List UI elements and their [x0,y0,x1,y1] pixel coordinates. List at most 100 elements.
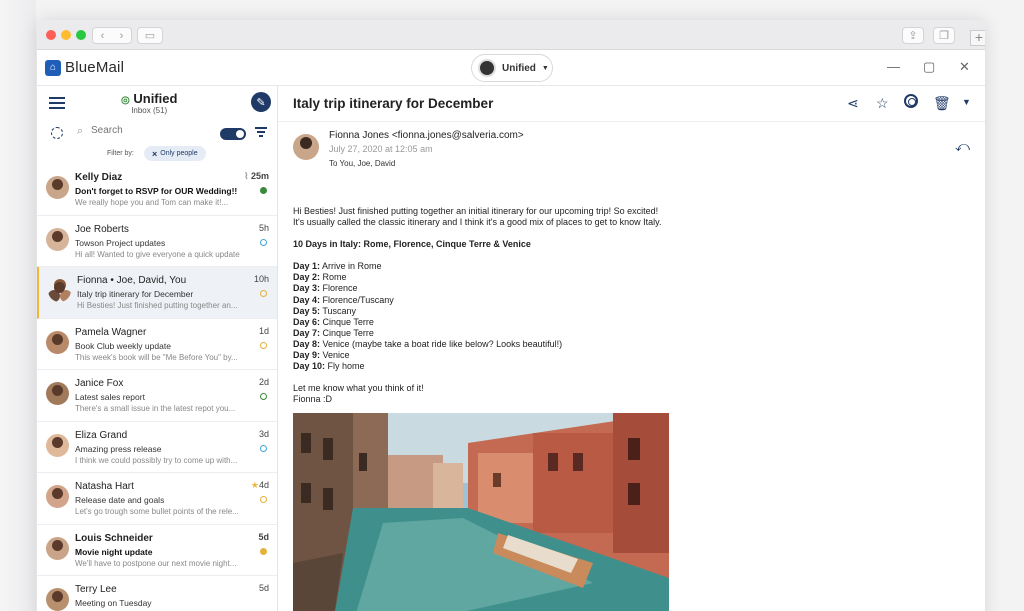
day-text: Florence [322,283,358,294]
mail-time: 1d [258,325,269,336]
message-body: Hi Besties! Just finished putting togeth… [293,206,893,405]
folder-title-block[interactable]: ◎ Unified Inbox (51) [121,91,177,115]
star-icon: ★ [250,480,259,490]
bluemail-logo-icon: ⌂ [45,59,61,76]
mail-time: 5h [258,222,269,233]
mail-preview: Hi all! Wanted to give everyone a quick … [75,249,240,259]
sidebar-toggle-icon[interactable]: ▭ [137,27,163,44]
minimize-window-button[interactable] [61,30,71,40]
search-bar: ⌕ [37,122,277,144]
avatar [46,433,69,457]
chevron-left-icon[interactable]: ‹ [93,30,112,42]
day-label: Day 10: [293,361,326,372]
account-marker [260,187,267,194]
maximize-icon[interactable]: ▢ [923,59,935,75]
filter-label: Filter by: [107,150,134,157]
list-item[interactable]: Terry Lee Meeting on Tuesday 5d [37,576,277,611]
mail-time: 25m [250,171,269,181]
day-text: Cinque Terre [322,316,374,327]
back-forward-buttons[interactable]: ‹ › [92,27,132,44]
list-item[interactable]: Louis Schneider Movie night update We'll… [37,524,277,576]
day-label: Day 8: [293,338,321,349]
list-item[interactable]: Pamela Wagner Book Club weekly update Th… [37,318,277,370]
refresh-icon[interactable] [51,127,63,139]
account-marker [260,290,267,297]
chevron-down-icon[interactable]: ▼ [962,97,971,107]
label-icon[interactable] [904,94,918,108]
compose-button[interactable]: ✎ [251,92,271,112]
mail-from: Pamela Wagner [75,326,147,338]
new-tab-icon[interactable]: + [970,30,985,46]
filter-icon[interactable] [255,127,267,139]
filter-chip-label: Only people [160,150,198,157]
avatar [46,176,69,199]
folder-subtitle: Inbox (51) [131,106,168,115]
account-marker [260,393,267,400]
reply-all-icon[interactable]: ⤺ [955,138,970,155]
list-item[interactable]: Eliza Grand Amazing press release I thin… [37,421,277,473]
mail-from: Eliza Grand [75,429,128,441]
menu-icon[interactable] [49,97,65,109]
people-filter-toggle[interactable] [220,128,246,140]
message-recipients: To You, Joe, David [329,159,396,168]
close-window-button[interactable] [46,30,56,40]
close-icon[interactable]: ✕ [959,59,970,75]
avatar [46,227,69,251]
mail-sidebar: ◎ Unified Inbox (51) ✎ ⌕ Filter by: × On… [37,86,278,611]
mail-subject: Book Club weekly update [75,340,171,351]
app-name: BlueMail [65,59,125,76]
venice-canal-illustration [293,413,669,611]
body-intro-1: Hi Besties! Just finished putting togeth… [293,206,659,216]
day-text: Tuscany [322,305,357,316]
zoom-window-button[interactable] [76,30,86,40]
share-icon[interactable]: ⇪ [902,27,924,44]
day-label: Day 7: [293,327,321,338]
day-text: Cinque Terre [322,327,374,338]
mail-preview: I think we could possibly try to come up… [75,455,238,465]
mail-subject: Towson Project updates [75,237,166,248]
list-item[interactable]: Natasha Hart Release date and goals Let'… [37,473,277,525]
account-switcher-label: Unified [502,62,536,74]
avatar [46,330,69,354]
mail-subject: Italy trip itinerary for December [77,289,194,299]
chevron-right-icon[interactable]: › [112,30,131,42]
message-date: July 27, 2020 at 12:05 am [329,144,433,154]
mail-preview: Let's go trough some bullet points of th… [75,507,239,516]
account-marker [260,444,267,452]
account-marker [260,238,267,246]
account-marker [260,341,267,349]
day-label: Day 1: [293,261,321,272]
mail-time: 2d [258,377,269,387]
day-label: Day 2: [293,272,321,283]
account-switcher[interactable]: Unified ▼ [471,54,553,82]
trash-icon[interactable]: 🗑 [933,95,951,112]
star-icon[interactable]: ☆ [876,95,889,112]
tabs-overview-icon[interactable]: ❐ [933,27,955,44]
body-signature: Fionna :D [293,394,333,405]
mail-from: Janice Fox [75,378,124,389]
day-label: Day 4: [293,294,321,305]
body-closing: Let me know what you think of it! [293,383,424,394]
app-window: ‹ › ▭ ⇪ ❐ + ⌂ BlueMail Unified ▼ — ▢ ✕ ◎… [37,20,985,611]
mail-time: 5d [258,583,269,593]
day-text: Venice [322,350,350,361]
avatar [46,536,69,560]
search-input[interactable] [91,125,211,136]
list-item[interactable]: Fionna • Joe, David, You Italy trip itin… [37,267,277,319]
share-icon[interactable]: ⋖ [847,95,859,112]
mail-subject: Movie night update [75,546,153,557]
folder-title: Unified [133,91,178,106]
sender-avatar [293,134,319,160]
mail-preview: Hi Besties! Just finished putting togeth… [77,301,238,310]
list-item[interactable]: Kelly Diaz Don't forget to RSVP for OUR … [37,164,277,216]
mail-subject: Release date and goals [75,495,165,505]
day-text: Venice (maybe take a boat ride like belo… [322,338,563,349]
filter-chip-only-people[interactable]: × Only people [144,146,206,161]
minimize-icon[interactable]: — [887,59,900,74]
itinerary-heading: 10 Days in Italy: Rome, Florence, Cinque… [293,239,531,250]
list-item[interactable]: Janice Fox Latest sales report There's a… [37,370,277,422]
list-item[interactable]: Joe Roberts Towson Project updates Hi al… [37,215,277,267]
remove-filter-icon[interactable]: × [152,149,157,159]
mail-subject: Amazing press release [75,443,162,454]
mail-from: Terry Lee [75,584,117,595]
